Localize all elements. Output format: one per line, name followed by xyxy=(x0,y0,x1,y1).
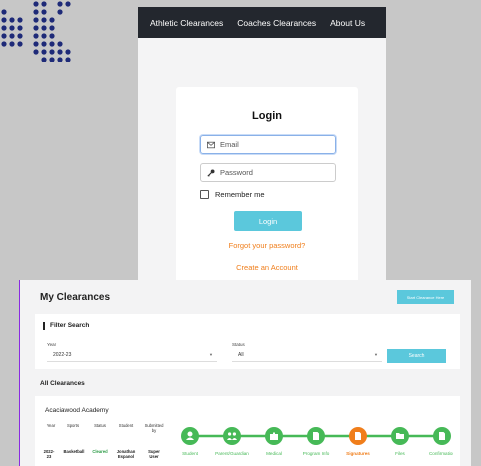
step-confirmation[interactable] xyxy=(433,427,451,445)
school-name: Acaciawood Academy xyxy=(45,407,109,414)
row-status: Cleared xyxy=(92,449,108,454)
login-title: Login xyxy=(252,110,282,122)
row-student: Jonathan Espanol xyxy=(116,449,136,459)
status-value: All xyxy=(238,352,244,358)
signature-icon xyxy=(355,432,361,440)
year-value: 2022-23 xyxy=(53,352,72,358)
email-field[interactable]: Email xyxy=(200,135,336,154)
remember-label: Remember me xyxy=(215,190,265,199)
row-sport: Basketball xyxy=(63,449,85,454)
step-medical[interactable] xyxy=(265,427,283,445)
step-files[interactable] xyxy=(391,427,409,445)
nav-about-us[interactable]: About Us xyxy=(330,18,365,28)
step-signatures[interactable] xyxy=(349,427,367,445)
step-label: Files xyxy=(395,451,405,456)
remember-checkbox[interactable] xyxy=(200,190,209,199)
create-account-link[interactable]: Create an Account xyxy=(176,263,358,272)
nav-coaches-clearances[interactable]: Coaches Clearances xyxy=(237,18,316,28)
step-program-info[interactable] xyxy=(307,427,325,445)
row-submitted-by: Super User xyxy=(148,449,160,459)
forgot-password-link[interactable]: Forgot your password? xyxy=(176,241,358,250)
header-student: Student xyxy=(118,423,134,428)
clearances-screenshot: My Clearances Start Clearance Here Filte… xyxy=(20,280,471,466)
key-icon xyxy=(207,168,215,177)
status-label: Status xyxy=(232,342,245,347)
nav-athletic-clearances[interactable]: Athletic Clearances xyxy=(150,18,223,28)
status-select[interactable]: All ▼ xyxy=(232,349,382,362)
header-sports: Sports xyxy=(66,423,80,428)
clearance-card: Acaciawood Academy Year Sports Status St… xyxy=(35,396,460,466)
mail-icon xyxy=(207,141,215,148)
filter-title: Filter Search xyxy=(43,322,89,330)
header-submitted-by: Submitted by xyxy=(144,423,164,433)
step-student[interactable] xyxy=(181,427,199,445)
login-card: Login Email Password Remember me Login F… xyxy=(176,87,358,297)
chevron-down-icon: ▼ xyxy=(374,352,378,357)
step-label: Signatures xyxy=(346,451,370,456)
search-button[interactable]: Search xyxy=(387,349,446,363)
header-status: Status xyxy=(94,423,106,428)
filter-panel: Filter Search Year 2022-23 ▼ Status All … xyxy=(35,314,460,369)
decorative-dot-pattern xyxy=(1,1,71,62)
login-screenshot: Athletic Clearances Coaches Clearances A… xyxy=(138,7,386,297)
start-clearance-button[interactable]: Start Clearance Here xyxy=(397,290,454,304)
row-year: 2022-23 xyxy=(43,449,55,459)
confirmation-icon xyxy=(439,432,445,440)
step-label: Program Info xyxy=(303,451,330,456)
page-title: My Clearances xyxy=(40,292,111,303)
password-placeholder: Password xyxy=(220,168,253,177)
step-parent-guardian[interactable] xyxy=(223,427,241,445)
remember-me[interactable]: Remember me xyxy=(200,190,265,199)
chevron-down-icon: ▼ xyxy=(209,352,213,357)
step-label: Parent/Guardian xyxy=(215,451,249,456)
step-label: Medical xyxy=(266,451,282,456)
step-label: Student xyxy=(182,451,199,456)
step-label: Confirmation xyxy=(429,451,453,456)
year-label: Year xyxy=(47,342,57,347)
email-placeholder: Email xyxy=(220,140,239,149)
password-field[interactable]: Password xyxy=(200,163,336,182)
all-clearances-title: All Clearances xyxy=(40,380,85,387)
clearance-progress-steps: Student Parent/Guardian Medical Program Inf… xyxy=(181,427,453,456)
top-navbar: Athletic Clearances Coaches Clearances A… xyxy=(138,7,386,38)
login-button[interactable]: Login xyxy=(234,211,302,231)
document-icon xyxy=(313,432,319,440)
header-year: Year xyxy=(46,423,56,428)
year-select[interactable]: 2022-23 ▼ xyxy=(47,349,217,362)
